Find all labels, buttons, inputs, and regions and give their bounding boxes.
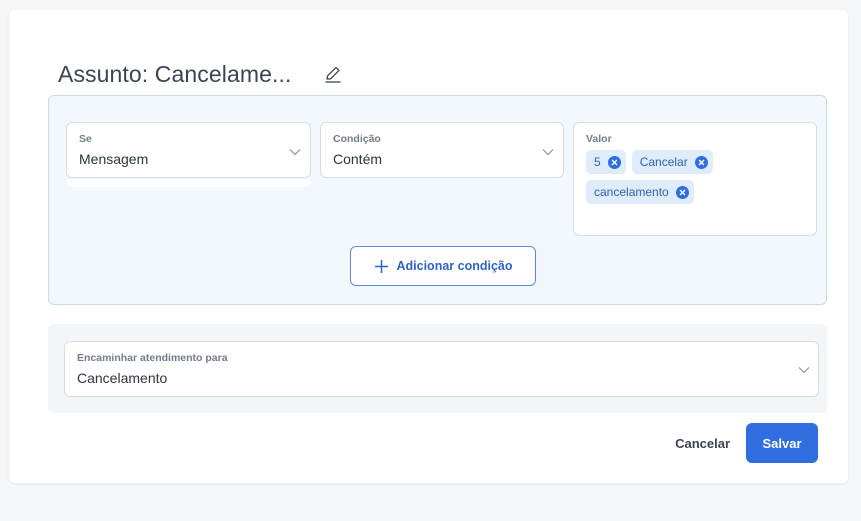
cancel-button[interactable]: Cancelar: [675, 436, 730, 451]
pencil-icon: [325, 66, 340, 83]
forward-select-label: Encaminhar atendimento para: [77, 352, 228, 364]
chevron-down-icon: [798, 367, 810, 374]
title-row: Assunto: Cancelame...: [58, 59, 344, 89]
forward-section: Encaminhar atendimento para Cancelamento: [48, 324, 827, 413]
condition-group: Se Mensagem Condição Contém Valor 5 Canc…: [48, 95, 827, 305]
plus-icon: [374, 259, 388, 273]
condition-select-label: Condição: [333, 133, 381, 145]
rule-title: Assunto: Cancelame...: [58, 60, 292, 87]
field-shadow: [67, 179, 310, 187]
condition-select-value: Contém: [333, 151, 383, 167]
value-tag-input[interactable]: Valor 5 Cancelar cancelamento: [573, 122, 817, 236]
chevron-down-icon: [289, 149, 301, 156]
forward-select-value: Cancelamento: [77, 370, 168, 386]
value-chip-text: 5: [594, 155, 601, 169]
if-select[interactable]: Se Mensagem: [66, 122, 311, 178]
close-icon: [679, 189, 686, 195]
value-chip: Cancelar: [631, 150, 713, 174]
value-chip: cancelamento: [586, 180, 694, 204]
add-condition-label: Adicionar condição: [396, 259, 513, 273]
remove-chip-button[interactable]: [607, 155, 621, 169]
if-select-label: Se: [79, 133, 92, 145]
remove-chip-button[interactable]: [675, 185, 689, 199]
close-icon: [698, 159, 705, 165]
value-chip: 5: [586, 150, 626, 174]
value-chip-text: Cancelar: [639, 155, 688, 169]
edit-title-button[interactable]: [322, 63, 344, 85]
save-button[interactable]: Salvar: [746, 423, 818, 463]
rule-card: Assunto: Cancelame... Se Mensagem Condiç…: [9, 10, 848, 483]
close-icon: [611, 159, 618, 165]
value-chip-list: 5 Cancelar cancelamento: [586, 150, 811, 210]
chevron-down-icon: [542, 149, 554, 156]
value-chip-text: cancelamento: [594, 185, 669, 199]
if-select-value: Mensagem: [79, 151, 149, 167]
condition-select[interactable]: Condição Contém: [320, 122, 564, 178]
value-tag-input-label: Valor: [586, 133, 612, 145]
remove-chip-button[interactable]: [694, 155, 708, 169]
form-actions: Cancelar Salvar: [675, 423, 818, 463]
add-condition-button[interactable]: Adicionar condição: [350, 246, 536, 286]
forward-select[interactable]: Encaminhar atendimento para Cancelamento: [64, 341, 819, 397]
